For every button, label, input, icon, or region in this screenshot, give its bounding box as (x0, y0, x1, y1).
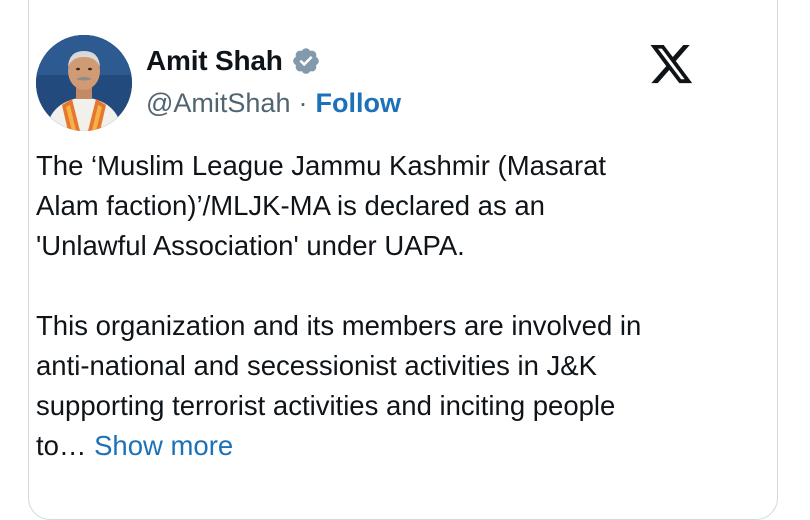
handle-row: @AmitShah · Follow (146, 85, 401, 121)
text-line: supporting terrorist activities and inci… (36, 390, 616, 421)
text-line: 'Unlawful Association' under UAPA. (36, 230, 465, 261)
text-line: anti-national and secessionist activitie… (36, 350, 597, 381)
display-name[interactable]: Amit Shah (146, 45, 283, 77)
text-line: Alam faction)’/MLJK-MA is declared as an (36, 190, 545, 221)
author-info: Amit Shah @AmitShah · Follow (146, 43, 401, 121)
text-line: The ‘Muslim League Jammu Kashmir (Masara… (36, 150, 607, 181)
show-more-link[interactable]: Show more (94, 430, 233, 461)
text-line: This organization and its members are in… (36, 310, 642, 341)
text-line: to… (36, 430, 87, 461)
x-logo-icon[interactable] (650, 45, 694, 85)
tweet-header: Amit Shah @AmitShah · Follow (36, 35, 716, 131)
avatar[interactable] (36, 35, 132, 131)
handle[interactable]: @AmitShah (146, 88, 290, 119)
tweet-paragraph-2: This organization and its members are in… (36, 306, 726, 466)
avatar-image (36, 35, 132, 131)
display-name-row: Amit Shah (146, 43, 401, 79)
verified-badge-icon (291, 46, 321, 76)
tweet-text: The ‘Muslim League Jammu Kashmir (Masara… (36, 146, 726, 466)
follow-button[interactable]: Follow (315, 88, 400, 119)
tweet-paragraph-1: The ‘Muslim League Jammu Kashmir (Masara… (36, 146, 726, 266)
separator-dot: · (298, 87, 308, 118)
